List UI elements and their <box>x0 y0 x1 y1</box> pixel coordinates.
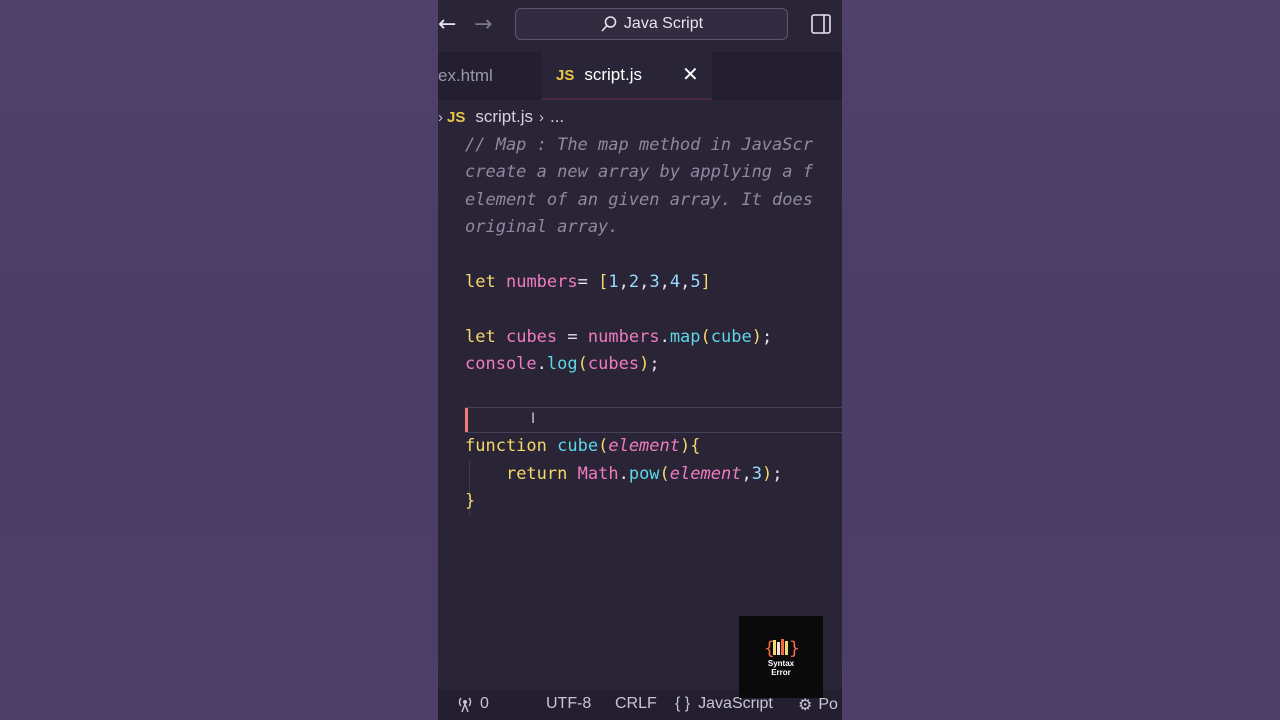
close-icon[interactable]: ✕ <box>682 62 699 87</box>
token-function: cube <box>557 436 599 457</box>
code-content[interactable]: // Map : The map method in JavaScr creat… <box>465 132 842 515</box>
token-number: 3 <box>751 463 762 484</box>
chevron-right-icon: › <box>538 108 544 126</box>
token-parameter: element <box>608 436 680 457</box>
extension-icon: ⚙ <box>798 697 813 714</box>
code-line-close: } <box>465 488 842 515</box>
token-keyword: let <box>465 326 496 347</box>
code-comment-line: // Map : The map method in JavaScr <box>465 135 813 155</box>
code-comment-line: element of an given array. It does <box>465 189 813 210</box>
token-variable: Math <box>577 463 619 484</box>
search-icon <box>601 16 617 32</box>
syntax-error-logo: { } Syntax Error <box>739 616 823 698</box>
token-operator: = <box>567 326 578 347</box>
code-current-line <box>465 406 842 433</box>
breadcrumb: › JS script.js › ... <box>438 104 842 130</box>
braces-icon: { } <box>675 695 691 712</box>
token-parameter: element <box>669 463 742 484</box>
breadcrumb-rest[interactable]: ... <box>550 107 564 127</box>
eol-label: CRLF <box>615 695 657 712</box>
tab-label: script.js <box>584 65 642 84</box>
code-comment-line: original array. <box>465 217 619 238</box>
tab-script-js[interactable]: JS script.js ✕ <box>542 52 712 100</box>
logo-line-1: Syntax <box>767 659 795 668</box>
token-number: 4 <box>669 271 681 292</box>
token-method: pow <box>628 463 660 484</box>
background-right <box>842 0 1280 720</box>
token-keyword: return <box>505 463 568 484</box>
chevron-right-icon: › <box>438 108 443 126</box>
token-keyword: let <box>465 271 496 292</box>
code-line-numbers: let numbers= [1,2,3,4,5] <box>465 271 711 292</box>
eol-status[interactable]: CRLF <box>615 695 657 713</box>
token-variable: numbers <box>505 271 578 292</box>
token-method: log <box>546 354 578 375</box>
tab-index-html[interactable]: ex.html <box>438 52 493 100</box>
extra-status[interactable]: ⚙ Po <box>798 695 838 715</box>
ports-count: 0 <box>480 695 489 712</box>
logo-line-2: Error <box>771 668 791 677</box>
token-variable: numbers <box>587 326 660 347</box>
svg-text:}: } <box>789 638 798 659</box>
broadcast-icon <box>458 697 472 713</box>
tab-label: ex.html <box>438 66 493 85</box>
command-search-box[interactable]: Java Script <box>515 8 788 40</box>
extra-label: Po <box>818 696 838 713</box>
js-file-icon: JS <box>447 108 466 126</box>
code-line-return: return Math.pow(element,3); <box>505 463 783 484</box>
code-line-cubes: let cubes = numbers.map(cube); <box>465 326 773 347</box>
token-variable: cubes <box>587 354 640 375</box>
title-bar: ← → Java Script <box>438 0 842 50</box>
token-number: 3 <box>649 271 660 292</box>
ports-status[interactable]: 0 <box>456 695 489 713</box>
code-editor-window: ← → Java Script ex.html JS script.js ✕ ›… <box>438 0 842 720</box>
tab-bar: ex.html JS script.js ✕ <box>438 52 842 100</box>
encoding-label: UTF-8 <box>546 695 592 712</box>
token-variable: cubes <box>505 326 558 347</box>
token-keyword: function <box>465 436 547 457</box>
search-text: Java Script <box>623 15 704 32</box>
forward-arrow-icon[interactable]: → <box>474 12 492 38</box>
back-arrow-icon[interactable]: ← <box>438 12 456 38</box>
books-logo-icon: { } <box>764 638 798 659</box>
token-method: map <box>669 326 701 347</box>
token-number: 5 <box>690 271 701 292</box>
code-line-function: function cube(element){ <box>465 436 701 457</box>
breadcrumb-file[interactable]: script.js <box>475 107 533 127</box>
token-brace: } <box>465 491 476 512</box>
token-number: 1 <box>608 271 619 292</box>
token-variable: console <box>465 354 537 375</box>
token-function: cube <box>710 326 752 347</box>
code-comment-line: create a new array by applying a f <box>465 162 813 183</box>
token-operator: = <box>577 271 588 292</box>
js-file-icon: JS <box>556 66 575 84</box>
background-left <box>0 0 438 720</box>
code-line-log: console.log(cubes); <box>465 354 660 375</box>
encoding-status[interactable]: UTF-8 <box>546 695 591 713</box>
token-number: 2 <box>628 271 640 292</box>
toggle-sidebar-icon[interactable] <box>811 14 831 34</box>
